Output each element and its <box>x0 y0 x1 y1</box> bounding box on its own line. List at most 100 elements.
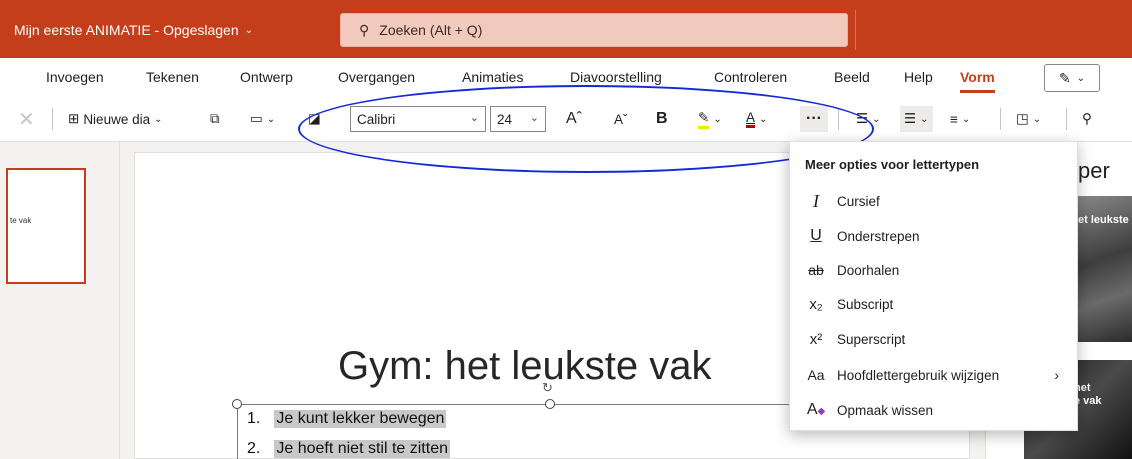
more-font-options-button[interactable]: ··· <box>800 106 828 132</box>
font-color-icon: A <box>746 110 756 128</box>
list-text: Je kunt lekker bewegen <box>274 410 447 428</box>
shrink-font-icon: Aˇ <box>614 111 628 127</box>
toolbar-divider <box>52 108 53 130</box>
italic-icon: I <box>813 190 819 211</box>
tab-controleren[interactable]: Controleren <box>714 69 787 85</box>
more-font-options-menu: Meer opties voor lettertypen I Cursief U… <box>789 141 1078 431</box>
clear-formatting-icon: A◆ <box>806 401 826 418</box>
chevron-down-icon: ⌄ <box>1032 113 1042 125</box>
chevron-down-icon: ⌄ <box>759 113 768 125</box>
subscript-icon: x₂ <box>809 295 823 313</box>
pen-icon: ✎ <box>1058 69 1071 86</box>
reuse-slides-icon: ⧉ <box>210 111 220 126</box>
background-icon: ◪ <box>308 111 321 126</box>
chevron-down-icon: ⌄ <box>920 113 929 125</box>
title-bar: Mijn eerste ANIMATIE - Opgeslagen ⌄ ⚲ Zo… <box>0 0 1132 58</box>
shapes-icon: ◳ <box>1016 111 1029 126</box>
slide-thumbnail[interactable]: te vak <box>6 168 86 284</box>
resize-handle[interactable] <box>232 399 242 409</box>
tab-vorm[interactable]: Vorm <box>960 69 995 93</box>
menu-item-label: Opmaak wissen <box>837 402 934 418</box>
menu-item-cursief[interactable]: I Cursief <box>790 184 1077 218</box>
grow-font-icon: Aˆ <box>566 110 582 127</box>
ribbon-tabs: Invoegen Tekenen Ontwerp Overgangen Anim… <box>0 58 1132 96</box>
list-item[interactable]: 1. Je kunt lekker bewegen <box>247 410 447 428</box>
tab-animaties[interactable]: Animaties <box>462 69 523 85</box>
tab-beeld[interactable]: Beeld <box>834 69 870 85</box>
menu-item-hoofdlettergebruik[interactable]: Aa Hoofdlettergebruik wijzigen › <box>790 358 1077 392</box>
find-button[interactable]: ⚲ <box>1082 106 1092 132</box>
align-button[interactable]: ≡ ⌄ <box>950 106 970 132</box>
menu-item-doorhalen[interactable]: ab Doorhalen <box>790 253 1077 287</box>
align-left-icon: ≡ <box>950 111 958 127</box>
draw-pen-button[interactable]: ✎ ⌄ <box>1044 64 1100 92</box>
font-size-value: 24 <box>497 111 513 127</box>
tab-ontwerp[interactable]: Ontwerp <box>240 69 293 85</box>
new-slide-label: Nieuwe dia <box>83 111 151 127</box>
slide-title[interactable]: Gym: het leukste vak <box>338 344 711 389</box>
tab-invoegen[interactable]: Invoegen <box>46 69 104 85</box>
chevron-down-icon: ⌄ <box>266 113 276 125</box>
rotate-handle-icon[interactable]: ↻ <box>542 380 553 396</box>
font-color-button[interactable]: A ⌄ <box>746 106 767 132</box>
format-background-button[interactable]: ◪ <box>308 106 321 132</box>
design-card-text: het e vak <box>1074 382 1102 407</box>
more-label: ··· <box>806 110 822 127</box>
close-icon: ✕ <box>18 108 35 131</box>
font-size-select[interactable]: 24 ⌄ <box>490 106 546 132</box>
toolbar-divider <box>838 108 839 130</box>
design-card-text: et leukste <box>1078 214 1129 226</box>
bullets-button[interactable]: ☰ ⌄ <box>856 106 881 132</box>
toolbar-divider <box>1000 108 1001 130</box>
tab-diavoorstelling[interactable]: Diavoorstelling <box>570 69 662 85</box>
new-slide-button[interactable]: ⊞ Nieuwe dia ⌄ <box>68 106 163 132</box>
menu-item-label: Hoofdlettergebruik wijzigen <box>837 367 1000 383</box>
chevron-down-icon: ⌄ <box>154 113 163 125</box>
search-box[interactable]: ⚲ Zoeken (Alt + Q) <box>340 13 848 47</box>
numbering-button[interactable]: ☰ ⌄ <box>900 106 933 132</box>
chevron-down-icon: ⌄ <box>1076 72 1086 84</box>
change-case-icon: Aa <box>807 367 825 383</box>
menu-item-subscript[interactable]: x₂ Subscript <box>790 287 1077 321</box>
search-icon: ⚲ <box>1082 111 1092 126</box>
tab-tekenen[interactable]: Tekenen <box>146 69 199 85</box>
shapes-button[interactable]: ◳ ⌄ <box>1016 106 1041 132</box>
title-bar-right-area <box>855 10 1125 50</box>
increase-font-size-button[interactable]: Aˆ <box>566 106 582 132</box>
underline-icon: U <box>810 227 822 244</box>
document-title-button[interactable]: Mijn eerste ANIMATIE - Opgeslagen ⌄ <box>14 22 253 38</box>
decrease-font-size-button[interactable]: Aˇ <box>614 106 628 132</box>
menu-item-onderstrepen[interactable]: U Onderstrepen <box>790 219 1077 253</box>
tab-help[interactable]: Help <box>904 69 933 85</box>
font-name-value: Calibri <box>357 111 396 127</box>
menu-item-opmaak-wissen[interactable]: A◆ Opmaak wissen <box>790 393 1077 427</box>
menu-item-label: Onderstrepen <box>837 228 920 244</box>
chevron-down-icon: ⌄ <box>529 112 539 124</box>
designer-panel-title: per <box>1078 158 1110 183</box>
new-slide-icon: ⊞ <box>68 111 80 126</box>
list-number: 1. <box>247 410 261 427</box>
resize-handle[interactable] <box>545 399 555 409</box>
highlight-color-button[interactable]: ✎ ⌄ <box>698 106 722 132</box>
chevron-down-icon: ⌄ <box>872 113 881 125</box>
numbered-list-icon: ☰ <box>904 111 917 126</box>
list-item[interactable]: 2. Je hoeft niet stil te zitten <box>247 440 450 458</box>
highlighter-icon: ✎ <box>698 110 710 129</box>
toolbar-divider <box>1066 108 1067 130</box>
bold-button[interactable]: B <box>656 106 668 132</box>
bold-label: B <box>656 110 668 127</box>
menu-header: Meer opties voor lettertypen <box>805 157 980 172</box>
search-icon: ⚲ <box>359 21 370 38</box>
layout-icon: ▭ <box>250 111 263 126</box>
delete-button[interactable]: ✕ <box>18 106 35 132</box>
menu-item-label: Doorhalen <box>837 262 900 278</box>
reuse-slides-button[interactable]: ⧉ <box>210 106 220 132</box>
tab-overgangen[interactable]: Overgangen <box>338 69 415 85</box>
list-number: 2. <box>247 440 261 457</box>
font-name-select[interactable]: Calibri ⌄ <box>350 106 486 132</box>
superscript-icon: x² <box>809 330 823 348</box>
layout-button[interactable]: ▭ ⌄ <box>250 106 275 132</box>
chevron-down-icon: ⌄ <box>713 113 722 125</box>
menu-item-label: Cursief <box>837 193 880 209</box>
menu-item-superscript[interactable]: x² Superscript <box>790 322 1077 356</box>
